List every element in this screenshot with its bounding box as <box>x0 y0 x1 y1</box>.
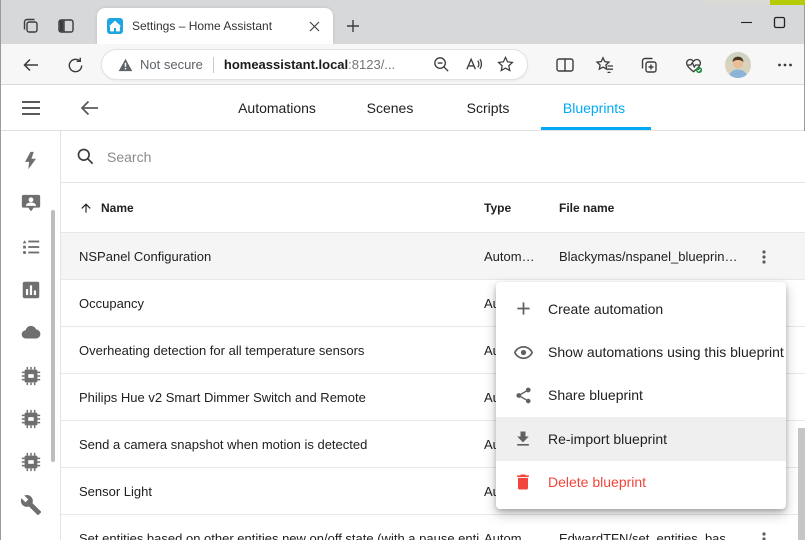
column-header-filename[interactable]: File name <box>559 183 614 233</box>
logbook-list-icon[interactable] <box>19 235 43 259</box>
sidebar-rail <box>1 131 61 540</box>
titlebar: Settings – Home Assistant <box>1 0 804 44</box>
zoom-out-icon[interactable] <box>429 53 453 77</box>
share-icon <box>511 383 535 407</box>
workspaces-icon[interactable] <box>19 14 43 38</box>
url-path: :8123/... <box>348 57 395 72</box>
browser-toolbar: Not secure homeassistant.local :8123/... <box>1 44 804 85</box>
maximize-icon[interactable] <box>765 10 793 34</box>
active-tab-underline <box>541 127 651 130</box>
browser-tab[interactable]: Settings – Home Assistant <box>97 8 333 44</box>
download-icon <box>511 427 535 451</box>
row-overflow-icon[interactable] <box>752 515 776 540</box>
warning-icon[interactable] <box>118 58 133 72</box>
table-row[interactable]: NSPanel Configuration Autom… Blackymas/n… <box>61 233 805 280</box>
tab-scenes[interactable]: Scenes <box>367 85 414 130</box>
app-header: Automations Scenes Scripts Blueprints ? <box>1 85 804 131</box>
profile-avatar[interactable] <box>725 52 751 78</box>
blueprint-context-menu: Create automation Show automations using… <box>496 282 786 509</box>
more-icon[interactable] <box>772 52 798 78</box>
search-row <box>61 131 805 183</box>
menu-hamburger-icon[interactable] <box>19 96 43 120</box>
menu-item-share-blueprint[interactable]: Share blueprint <box>496 374 786 417</box>
menu-item-create-automation[interactable]: Create automation <box>496 287 786 330</box>
menu-item-reimport-blueprint[interactable]: Re-import blueprint <box>496 417 786 460</box>
address-divider <box>213 57 214 73</box>
search-icon <box>76 147 95 166</box>
tab-title: Settings – Home Assistant <box>132 19 305 33</box>
content-scrollbar[interactable] <box>798 428 805 540</box>
tab-scripts[interactable]: Scripts <box>467 85 510 130</box>
eye-icon <box>511 340 535 364</box>
chip-icon-1[interactable] <box>19 364 43 388</box>
chip-icon-3[interactable] <box>19 450 43 474</box>
browser-essentials-icon[interactable] <box>680 52 706 78</box>
favorites-hub-icon[interactable] <box>592 52 618 78</box>
url-host: homeassistant.local <box>224 57 348 72</box>
tab-close-icon[interactable] <box>305 17 323 35</box>
new-tab-icon[interactable] <box>341 14 365 38</box>
column-header-name[interactable]: Name <box>79 183 134 233</box>
wrench-icon[interactable] <box>19 493 43 517</box>
tab-actions-icon[interactable] <box>54 14 78 38</box>
browser-window: Settings – Home Assistant <box>0 0 805 540</box>
sidebar-scrollbar[interactable] <box>51 210 55 462</box>
minimize-icon[interactable] <box>732 10 760 34</box>
map-person-icon[interactable] <box>19 192 43 216</box>
history-chart-icon[interactable] <box>19 278 43 302</box>
read-aloud-icon[interactable] <box>461 53 485 77</box>
column-header-type[interactable]: Type <box>484 183 511 233</box>
plus-icon <box>511 297 535 321</box>
energy-bolt-icon[interactable] <box>19 149 43 173</box>
menu-item-delete-blueprint[interactable]: Delete blueprint <box>496 461 786 504</box>
refresh-icon[interactable] <box>62 52 88 78</box>
collections-icon[interactable] <box>636 52 662 78</box>
favorite-star-icon[interactable] <box>493 53 517 77</box>
menu-item-show-automations[interactable]: Show automations using this blueprint <box>496 330 786 373</box>
tab-automations[interactable]: Automations <box>238 85 316 130</box>
desktop-strip-lime <box>770 0 805 5</box>
chip-icon-2[interactable] <box>19 407 43 431</box>
home-assistant-favicon <box>107 18 123 34</box>
desktop-strip <box>701 0 770 5</box>
table-row[interactable]: Set entities based on other entities new… <box>61 515 805 540</box>
split-screen-icon[interactable] <box>552 52 578 78</box>
address-bar[interactable]: Not secure homeassistant.local :8123/... <box>101 49 528 80</box>
row-overflow-icon[interactable] <box>752 233 776 280</box>
trash-icon <box>511 470 535 494</box>
app-back-icon[interactable] <box>78 96 102 120</box>
security-label: Not secure <box>140 57 203 72</box>
search-input[interactable] <box>107 149 507 165</box>
back-icon[interactable] <box>18 52 44 78</box>
table-header: Name Type File name <box>61 183 805 233</box>
cloud-icon[interactable] <box>19 321 43 345</box>
tab-blueprints[interactable]: Blueprints <box>563 85 625 130</box>
sort-ascending-icon <box>79 201 93 215</box>
